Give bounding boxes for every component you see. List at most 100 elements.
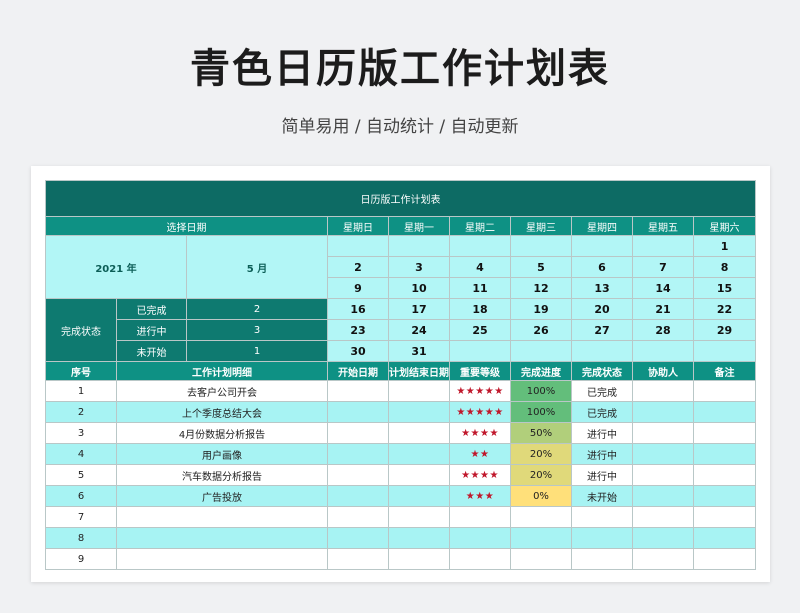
priority-stars[interactable] [449,548,511,570]
calendar-day[interactable]: 12 [510,277,572,299]
task-detail[interactable]: 去客户公司开会 [116,380,328,402]
end-date[interactable] [388,506,450,528]
end-date[interactable] [388,443,450,465]
note-cell[interactable] [692,548,757,570]
helper-cell[interactable] [632,527,694,549]
end-date[interactable] [388,548,450,570]
note-cell[interactable] [692,401,757,423]
status-cell[interactable]: 已完成 [571,380,633,402]
row-number[interactable]: 5 [45,464,117,486]
calendar-day[interactable]: 17 [388,298,450,320]
progress-cell[interactable] [510,548,572,570]
progress-cell[interactable]: 50% [510,422,572,444]
calendar-day[interactable]: 20 [571,298,633,320]
calendar-day[interactable]: 13 [571,277,633,299]
calendar-day[interactable]: 22 [692,298,757,320]
note-cell[interactable] [692,464,757,486]
helper-cell[interactable] [632,380,694,402]
progress-cell[interactable] [510,506,572,528]
note-cell[interactable] [692,443,757,465]
end-date[interactable] [388,464,450,486]
start-date[interactable] [327,527,389,549]
end-date[interactable] [388,422,450,444]
progress-cell[interactable]: 20% [510,464,572,486]
calendar-day[interactable]: 14 [632,277,694,299]
start-date[interactable] [327,443,389,465]
priority-stars[interactable]: ★★★ [449,485,511,507]
calendar-day[interactable]: 6 [571,256,633,278]
priority-stars[interactable]: ★★★★ [449,422,511,444]
start-date[interactable] [327,506,389,528]
start-date[interactable] [327,485,389,507]
calendar-day[interactable] [632,340,694,362]
row-number[interactable]: 2 [45,401,117,423]
calendar-day[interactable]: 28 [632,319,694,341]
row-number[interactable]: 1 [45,380,117,402]
start-date[interactable] [327,548,389,570]
calendar-day[interactable]: 16 [327,298,389,320]
end-date[interactable] [388,380,450,402]
start-date[interactable] [327,422,389,444]
row-number[interactable]: 6 [45,485,117,507]
priority-stars[interactable]: ★★ [449,443,511,465]
status-cell[interactable] [571,527,633,549]
calendar-day[interactable]: 18 [449,298,511,320]
helper-cell[interactable] [632,548,694,570]
note-cell[interactable] [692,485,757,507]
calendar-day[interactable]: 2 [327,256,389,278]
calendar-day[interactable]: 15 [692,277,757,299]
calendar-day[interactable]: 5 [510,256,572,278]
task-detail[interactable] [116,548,328,570]
calendar-day[interactable]: 10 [388,277,450,299]
note-cell[interactable] [692,506,757,528]
calendar-day[interactable] [449,340,511,362]
calendar-day[interactable] [632,235,694,257]
helper-cell[interactable] [632,464,694,486]
task-detail[interactable] [116,527,328,549]
calendar-day[interactable]: 30 [327,340,389,362]
task-detail[interactable]: 汽车数据分析报告 [116,464,328,486]
calendar-day[interactable] [510,235,572,257]
calendar-day[interactable] [692,340,757,362]
calendar-day[interactable]: 3 [388,256,450,278]
progress-cell[interactable]: 0% [510,485,572,507]
status-cell[interactable]: 已完成 [571,401,633,423]
calendar-day[interactable]: 19 [510,298,572,320]
end-date[interactable] [388,485,450,507]
calendar-day[interactable] [510,340,572,362]
status-cell[interactable] [571,548,633,570]
calendar-day[interactable]: 21 [632,298,694,320]
start-date[interactable] [327,380,389,402]
status-cell[interactable]: 未开始 [571,485,633,507]
calendar-day[interactable]: 4 [449,256,511,278]
calendar-day[interactable]: 27 [571,319,633,341]
calendar-day[interactable] [388,235,450,257]
row-number[interactable]: 7 [45,506,117,528]
status-cell[interactable] [571,506,633,528]
calendar-day[interactable]: 1 [692,235,757,257]
task-detail[interactable]: 广告投放 [116,485,328,507]
calendar-day[interactable] [571,340,633,362]
calendar-day[interactable]: 25 [449,319,511,341]
calendar-day[interactable]: 7 [632,256,694,278]
start-date[interactable] [327,464,389,486]
calendar-day[interactable] [571,235,633,257]
helper-cell[interactable] [632,506,694,528]
priority-stars[interactable] [449,506,511,528]
calendar-day[interactable] [449,235,511,257]
task-detail[interactable]: 4月份数据分析报告 [116,422,328,444]
helper-cell[interactable] [632,401,694,423]
start-date[interactable] [327,401,389,423]
priority-stars[interactable]: ★★★★ [449,464,511,486]
priority-stars[interactable]: ★★★★★ [449,380,511,402]
task-detail[interactable] [116,506,328,528]
helper-cell[interactable] [632,485,694,507]
note-cell[interactable] [692,422,757,444]
calendar-day[interactable]: 11 [449,277,511,299]
row-number[interactable]: 4 [45,443,117,465]
progress-cell[interactable]: 20% [510,443,572,465]
task-detail[interactable]: 用户画像 [116,443,328,465]
row-number[interactable]: 8 [45,527,117,549]
row-number[interactable]: 3 [45,422,117,444]
progress-cell[interactable]: 100% [510,401,572,423]
